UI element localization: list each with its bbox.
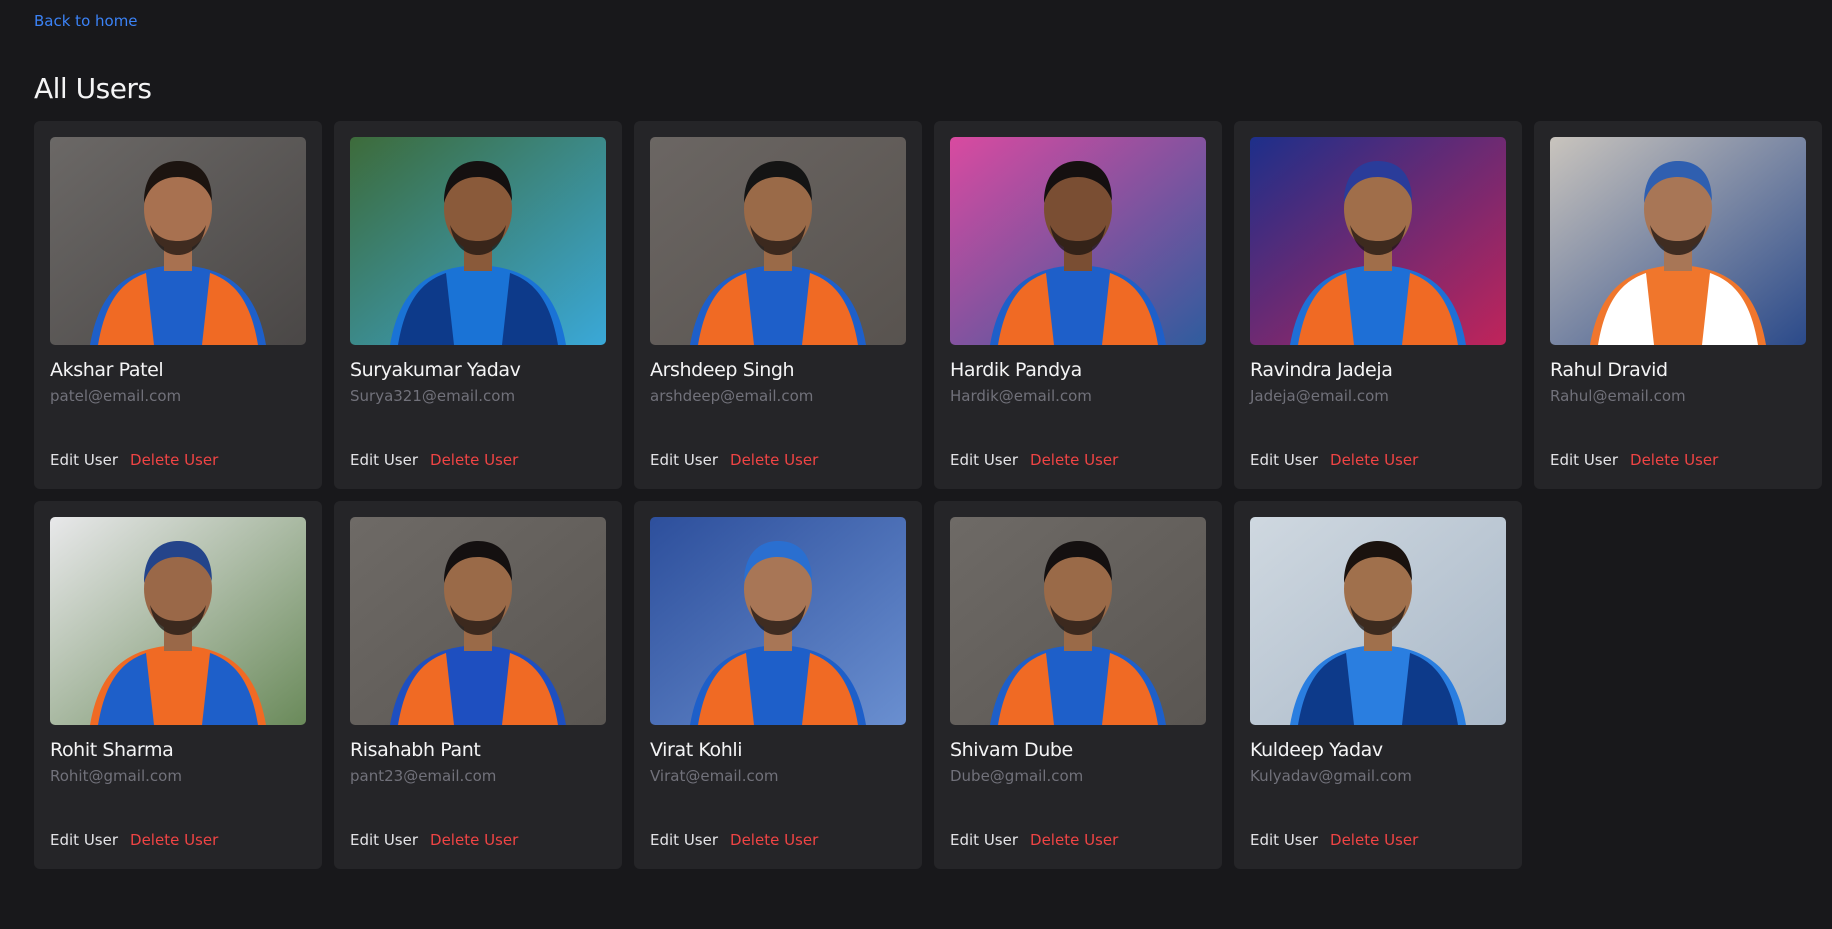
- users-page: Back to home All Users Akshar Patel pate…: [0, 0, 1832, 929]
- user-card: Risahabh Pant pant23@email.com Edit User…: [334, 501, 622, 869]
- user-photo: [350, 137, 606, 345]
- card-actions: Edit User Delete User: [950, 831, 1118, 849]
- user-name: Akshar Patel: [50, 359, 164, 381]
- delete-user-button[interactable]: Delete User: [130, 831, 218, 849]
- card-actions: Edit User Delete User: [350, 831, 518, 849]
- user-photo: [50, 137, 306, 345]
- edit-user-button[interactable]: Edit User: [350, 831, 418, 849]
- user-card: Hardik Pandya Hardik@email.com Edit User…: [934, 121, 1222, 489]
- edit-user-button[interactable]: Edit User: [950, 451, 1018, 469]
- card-actions: Edit User Delete User: [650, 831, 818, 849]
- user-email: Jadeja@email.com: [1250, 387, 1389, 405]
- user-name: Ravindra Jadeja: [1250, 359, 1393, 381]
- user-email: Virat@email.com: [650, 767, 779, 785]
- card-actions: Edit User Delete User: [50, 831, 218, 849]
- user-name: Hardik Pandya: [950, 359, 1082, 381]
- user-card: Rohit Sharma Rohit@gmail.com Edit User D…: [34, 501, 322, 869]
- user-name: Arshdeep Singh: [650, 359, 795, 381]
- card-actions: Edit User Delete User: [650, 451, 818, 469]
- user-card: Rahul Dravid Rahul@email.com Edit User D…: [1534, 121, 1822, 489]
- delete-user-button[interactable]: Delete User: [1330, 451, 1418, 469]
- user-photo: [1250, 137, 1506, 345]
- delete-user-button[interactable]: Delete User: [730, 831, 818, 849]
- card-actions: Edit User Delete User: [950, 451, 1118, 469]
- user-name: Risahabh Pant: [350, 739, 481, 761]
- edit-user-button[interactable]: Edit User: [1250, 831, 1318, 849]
- delete-user-button[interactable]: Delete User: [1330, 831, 1418, 849]
- card-actions: Edit User Delete User: [1250, 451, 1418, 469]
- user-card: Shivam Dube Dube@gmail.com Edit User Del…: [934, 501, 1222, 869]
- edit-user-button[interactable]: Edit User: [950, 831, 1018, 849]
- edit-user-button[interactable]: Edit User: [50, 831, 118, 849]
- user-email: Rohit@gmail.com: [50, 767, 182, 785]
- delete-user-button[interactable]: Delete User: [1030, 451, 1118, 469]
- user-card: Suryakumar Yadav Surya321@email.com Edit…: [334, 121, 622, 489]
- card-actions: Edit User Delete User: [1550, 451, 1718, 469]
- user-email: arshdeep@email.com: [650, 387, 814, 405]
- user-name: Virat Kohli: [650, 739, 743, 761]
- edit-user-button[interactable]: Edit User: [650, 831, 718, 849]
- user-card: Arshdeep Singh arshdeep@email.com Edit U…: [634, 121, 922, 489]
- card-actions: Edit User Delete User: [1250, 831, 1418, 849]
- user-photo: [950, 137, 1206, 345]
- user-name: Rahul Dravid: [1550, 359, 1668, 381]
- user-photo: [650, 517, 906, 725]
- user-photo: [1250, 517, 1506, 725]
- delete-user-button[interactable]: Delete User: [1630, 451, 1718, 469]
- user-email: patel@email.com: [50, 387, 182, 405]
- user-email: Hardik@email.com: [950, 387, 1092, 405]
- user-photo: [950, 517, 1206, 725]
- user-photo: [650, 137, 906, 345]
- user-card: Virat Kohli Virat@email.com Edit User De…: [634, 501, 922, 869]
- user-email: Dube@gmail.com: [950, 767, 1084, 785]
- user-name: Rohit Sharma: [50, 739, 174, 761]
- edit-user-button[interactable]: Edit User: [1550, 451, 1618, 469]
- user-photo: [350, 517, 606, 725]
- user-email: Surya321@email.com: [350, 387, 516, 405]
- user-email: Kulyadav@gmail.com: [1250, 767, 1412, 785]
- edit-user-button[interactable]: Edit User: [50, 451, 118, 469]
- card-actions: Edit User Delete User: [50, 451, 218, 469]
- user-photo: [1550, 137, 1806, 345]
- delete-user-button[interactable]: Delete User: [730, 451, 818, 469]
- user-email: Rahul@email.com: [1550, 387, 1686, 405]
- user-name: Suryakumar Yadav: [350, 359, 521, 381]
- delete-user-button[interactable]: Delete User: [430, 831, 518, 849]
- edit-user-button[interactable]: Edit User: [350, 451, 418, 469]
- user-photo: [50, 517, 306, 725]
- user-name: Shivam Dube: [950, 739, 1073, 761]
- page-title: All Users: [34, 72, 152, 105]
- user-email: pant23@email.com: [350, 767, 497, 785]
- user-card: Akshar Patel patel@email.com Edit User D…: [34, 121, 322, 489]
- user-name: Kuldeep Yadav: [1250, 739, 1383, 761]
- delete-user-button[interactable]: Delete User: [130, 451, 218, 469]
- user-card: Ravindra Jadeja Jadeja@email.com Edit Us…: [1234, 121, 1522, 489]
- edit-user-button[interactable]: Edit User: [650, 451, 718, 469]
- card-actions: Edit User Delete User: [350, 451, 518, 469]
- edit-user-button[interactable]: Edit User: [1250, 451, 1318, 469]
- delete-user-button[interactable]: Delete User: [1030, 831, 1118, 849]
- back-to-home-link[interactable]: Back to home: [34, 12, 138, 30]
- user-card: Kuldeep Yadav Kulyadav@gmail.com Edit Us…: [1234, 501, 1522, 869]
- user-grid: Akshar Patel patel@email.com Edit User D…: [34, 121, 1822, 869]
- delete-user-button[interactable]: Delete User: [430, 451, 518, 469]
